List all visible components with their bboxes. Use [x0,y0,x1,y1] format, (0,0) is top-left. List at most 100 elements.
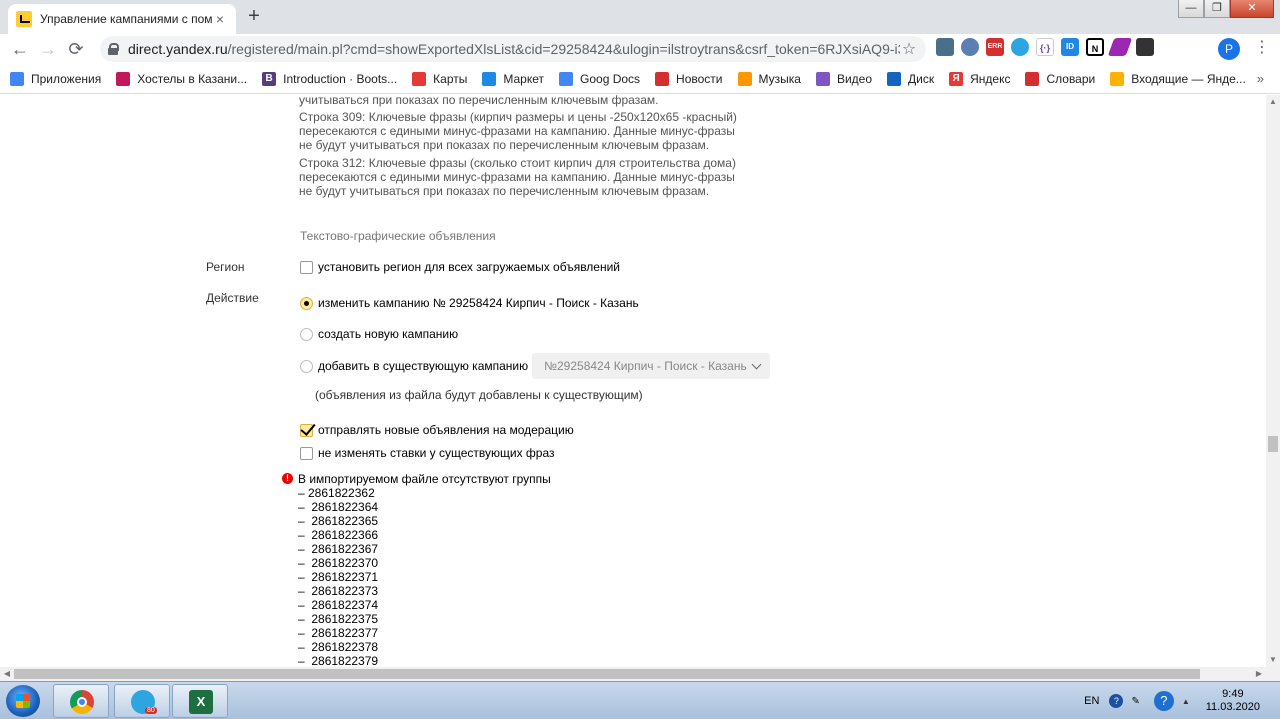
maps-pin-icon [412,71,427,86]
extension-screen-icon[interactable] [936,38,954,56]
error-title: В импортируемом файле отсутствуют группы [298,472,551,486]
bookmark-item[interactable]: Музыка [737,71,801,86]
region-label: Регион [206,260,245,274]
clock[interactable]: 9:49 11.03.2020 [1206,688,1260,714]
edit-campaign-radio[interactable] [300,296,313,310]
chrome-menu-icon[interactable]: ⋮ [1254,39,1270,57]
create-campaign-label[interactable]: создать новую кампанию [318,327,458,341]
cart-icon [482,71,497,86]
back-arrow-icon[interactable]: ← [6,35,34,63]
bookmark-label: Видео [836,71,873,86]
maximize-button[interactable]: ❐ [1204,0,1230,18]
mail-icon [1110,71,1125,86]
bookmark-item[interactable]: B Introduction · Boots... [262,71,398,86]
moderation-option[interactable]: отправлять новые объявления на модерацию [300,423,574,437]
region-option[interactable]: установить регион для всех загружаемых о… [300,260,620,274]
bookmark-item[interactable]: Входящие — Янде... [1110,71,1246,86]
lock-icon[interactable] [108,43,119,55]
news-icon [655,71,670,86]
add-to-campaign-label[interactable]: добавить в существующую кампанию [318,359,528,373]
bookmark-item[interactable]: Видео [815,71,873,86]
scroll-left-icon[interactable]: ◀ [0,667,14,681]
scroll-down-icon[interactable]: ▼ [1266,653,1280,667]
profile-avatar[interactable]: P [1218,38,1240,60]
scroll-right-icon[interactable]: ▶ [1252,667,1266,681]
moderation-checkbox[interactable] [300,423,313,437]
yandex-direct-favicon-icon [16,11,32,27]
region-checkbox-label[interactable]: установить регион для всех загружаемых о… [318,260,620,274]
bookmark-item[interactable]: Карты [412,71,467,86]
bookmark-item[interactable]: Новости [655,71,723,86]
moderation-checkbox-label[interactable]: отправлять новые объявления на модерацию [318,423,574,437]
action-option-add[interactable]: добавить в существующую кампанию №292584… [300,353,770,379]
url-text[interactable]: direct.yandex.ru/registered/main.pl?cmd=… [128,41,900,57]
missing-groups-list: – 2861822362– 2861822364– 2861822365– 28… [298,486,378,667]
bookmark-item[interactable]: Я Яндекс [949,71,1010,86]
new-tab-button[interactable]: + [244,6,264,26]
url-host: direct.yandex.ru [128,41,228,57]
extension-telegram-icon[interactable] [1011,38,1029,56]
action-option-create[interactable]: создать новую кампанию [300,327,458,341]
extension-notion-icon[interactable]: N [1086,38,1104,56]
bookmark-label: Новости [676,71,723,86]
edit-campaign-label[interactable]: изменить кампанию № 29258424 Кирпич - По… [318,296,639,310]
forward-arrow-icon[interactable]: → [34,35,62,63]
error-icon: ! [282,473,293,484]
missing-group-item: – 2861822366 [298,528,379,542]
missing-group-item: – 2861822367 [298,542,379,556]
help-tray-icon[interactable]: ? [1109,694,1124,708]
add-to-campaign-radio[interactable] [300,359,313,373]
horizontal-scroll-thumb[interactable] [14,669,1200,679]
taskbar-chrome[interactable] [53,684,109,718]
start-button[interactable] [6,685,40,717]
region-checkbox[interactable] [300,260,313,274]
bookmark-item[interactable]: Маркет [482,71,544,86]
tray-pen-icon[interactable]: ✎ [1131,696,1139,707]
help-icon[interactable]: ? [1153,691,1174,711]
extension-cloud-icon[interactable] [961,38,979,56]
vertical-scroll-thumb[interactable] [1268,436,1278,452]
section-heading: Текстово-графические объявления [300,229,496,243]
taskbar-telegram[interactable]: 80 [114,684,170,718]
bids-option[interactable]: не изменять ставки у существующих фраз [300,446,555,460]
tab-close-icon[interactable]: × [212,11,228,27]
reload-icon[interactable]: ⟳ [62,35,90,63]
bookmark-item[interactable]: Словари [1025,71,1095,86]
extension-id-icon[interactable]: ID [1061,38,1079,56]
bids-checkbox-label[interactable]: не изменять ставки у существующих фраз [318,446,555,460]
minimize-button[interactable]: — [1178,0,1204,18]
bookmark-label: Диск [908,71,935,86]
bookmark-item[interactable]: Хостелы в Казани... [116,71,247,86]
clock-date: 11.03.2020 [1205,701,1260,713]
more-bookmarks-icon[interactable]: » [1257,71,1264,86]
close-window-button[interactable]: ✕ [1230,0,1274,18]
tab-title: Управление кампаниями с пом [40,12,212,26]
campaign-select[interactable]: №29258424 Кирпич - Поиск - Казань [532,353,770,379]
scroll-up-icon[interactable]: ▲ [1266,95,1280,109]
bookmark-item[interactable]: Goog Docs [559,71,640,86]
create-campaign-radio[interactable] [300,327,313,341]
vertical-scrollbar[interactable]: ▲ ▼ [1266,95,1280,667]
bookmarks-bar: Приложения Хостелы в Казани... B Introducti… [0,64,1280,94]
extension-pen-icon[interactable] [1107,38,1133,56]
horizontal-scrollbar[interactable]: ◀ ▶ [0,667,1280,681]
extension-err-icon[interactable]: ERR [986,38,1004,56]
missing-group-item: – 2861822364 [298,500,379,514]
chevron-down-icon [751,359,762,369]
bids-checkbox[interactable] [300,446,313,460]
bookmark-item[interactable]: Приложения [10,71,101,86]
language-indicator[interactable]: EN [1084,695,1099,707]
disk-icon [887,71,902,86]
extension-braces-icon[interactable]: {·} [1036,38,1054,56]
address-bar[interactable]: direct.yandex.ru/registered/main.pl?cmd=… [100,36,926,62]
action-option-edit[interactable]: изменить кампанию № 29258424 Кирпич - По… [300,296,639,310]
bookmark-label: Introduction · Boots... [283,71,398,86]
extension-puzzle-icon[interactable] [1136,38,1154,56]
browser-tab-active[interactable]: Управление кампаниями с пом × [8,4,236,34]
missing-group-item: – 2861822378 [298,640,379,654]
tray-expand-icon[interactable]: ▲ [1182,697,1190,706]
bookmark-item[interactable]: Диск [887,71,935,86]
taskbar-excel[interactable]: X [172,684,228,718]
yandex-icon: Я [949,71,964,86]
bookmark-star-icon[interactable]: ☆ [900,39,918,59]
